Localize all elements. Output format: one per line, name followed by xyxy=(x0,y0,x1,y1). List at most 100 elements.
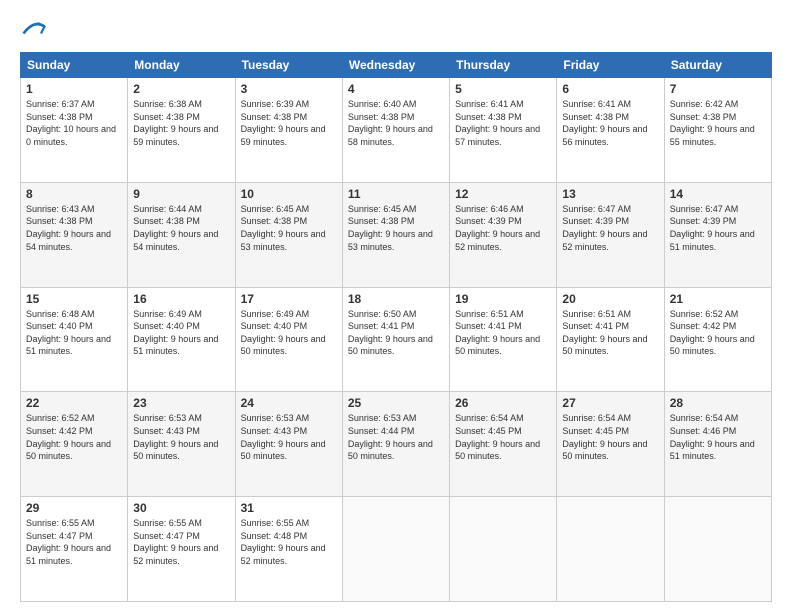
day-number: 6 xyxy=(562,82,658,96)
day-cell-30: 30Sunrise: 6:55 AMSunset: 4:47 PMDayligh… xyxy=(128,497,235,602)
day-header-wednesday: Wednesday xyxy=(342,53,449,78)
day-info: Sunrise: 6:43 AMSunset: 4:38 PMDaylight:… xyxy=(26,203,122,253)
day-cell-15: 15 Sunrise: 6:48 AMSunset: 4:40 PMDayligh… xyxy=(21,287,128,392)
empty-cell xyxy=(664,497,771,602)
day-cell-28: 28 Sunrise: 6:54 AMSunset: 4:46 PMDayligh… xyxy=(664,392,771,497)
day-cell-1: 1Sunrise: 6:37 AMSunset: 4:38 PMDaylight… xyxy=(21,78,128,183)
day-number: 3 xyxy=(241,82,337,96)
day-cell-8: 8 Sunrise: 6:43 AMSunset: 4:38 PMDaylight… xyxy=(21,182,128,287)
day-info: Sunrise: 6:40 AMSunset: 4:38 PMDaylight:… xyxy=(348,98,444,148)
day-info: Sunrise: 6:48 AMSunset: 4:40 PMDaylight:… xyxy=(26,308,122,358)
day-cell-23: 23 Sunrise: 6:53 AMSunset: 4:43 PMDayligh… xyxy=(128,392,235,497)
day-number: 24 xyxy=(241,396,337,410)
day-cell-21: 21 Sunrise: 6:52 AMSunset: 4:42 PMDayligh… xyxy=(664,287,771,392)
day-cell-7: 7 Sunrise: 6:42 AMSunset: 4:38 PMDaylight… xyxy=(664,78,771,183)
day-info: Sunrise: 6:49 AMSunset: 4:40 PMDaylight:… xyxy=(133,308,229,358)
day-info: Sunrise: 6:51 AMSunset: 4:41 PMDaylight:… xyxy=(455,308,551,358)
day-cell-4: 4Sunrise: 6:40 AMSunset: 4:38 PMDaylight… xyxy=(342,78,449,183)
day-info: Sunrise: 6:52 AMSunset: 4:42 PMDaylight:… xyxy=(670,308,766,358)
day-cell-17: 17Sunrise: 6:49 AMSunset: 4:40 PMDayligh… xyxy=(235,287,342,392)
day-info: Sunrise: 6:54 AMSunset: 4:46 PMDaylight:… xyxy=(670,412,766,462)
day-header-thursday: Thursday xyxy=(450,53,557,78)
day-cell-31: 31Sunrise: 6:55 AMSunset: 4:48 PMDayligh… xyxy=(235,497,342,602)
day-cell-5: 5 Sunrise: 6:41 AMSunset: 4:38 PMDaylight… xyxy=(450,78,557,183)
day-number: 22 xyxy=(26,396,122,410)
day-info: Sunrise: 6:44 AMSunset: 4:38 PMDaylight:… xyxy=(133,203,229,253)
day-info: Sunrise: 6:39 AMSunset: 4:38 PMDaylight:… xyxy=(241,98,337,148)
day-number: 5 xyxy=(455,82,551,96)
day-cell-20: 20Sunrise: 6:51 AMSunset: 4:41 PMDayligh… xyxy=(557,287,664,392)
day-info: Sunrise: 6:53 AMSunset: 4:43 PMDaylight:… xyxy=(241,412,337,462)
day-header-friday: Friday xyxy=(557,53,664,78)
day-number: 8 xyxy=(26,187,122,201)
day-cell-18: 18 Sunrise: 6:50 AMSunset: 4:41 PMDayligh… xyxy=(342,287,449,392)
day-header-monday: Monday xyxy=(128,53,235,78)
week-row-2: 8 Sunrise: 6:43 AMSunset: 4:38 PMDaylight… xyxy=(21,182,772,287)
day-number: 15 xyxy=(26,292,122,306)
day-info: Sunrise: 6:46 AMSunset: 4:39 PMDaylight:… xyxy=(455,203,551,253)
day-cell-25: 25 Sunrise: 6:53 AMSunset: 4:44 PMDayligh… xyxy=(342,392,449,497)
day-number: 25 xyxy=(348,396,444,410)
day-info: Sunrise: 6:53 AMSunset: 4:44 PMDaylight:… xyxy=(348,412,444,462)
day-cell-12: 12Sunrise: 6:46 AMSunset: 4:39 PMDayligh… xyxy=(450,182,557,287)
day-cell-16: 16 Sunrise: 6:49 AMSunset: 4:40 PMDayligh… xyxy=(128,287,235,392)
day-info: Sunrise: 6:45 AMSunset: 4:38 PMDaylight:… xyxy=(348,203,444,253)
day-number: 27 xyxy=(562,396,658,410)
day-number: 26 xyxy=(455,396,551,410)
day-number: 16 xyxy=(133,292,229,306)
day-info: Sunrise: 6:41 AMSunset: 4:38 PMDaylight:… xyxy=(455,98,551,148)
day-info: Sunrise: 6:45 AMSunset: 4:38 PMDaylight:… xyxy=(241,203,337,253)
day-cell-10: 10Sunrise: 6:45 AMSunset: 4:38 PMDayligh… xyxy=(235,182,342,287)
day-header-sunday: Sunday xyxy=(21,53,128,78)
day-number: 21 xyxy=(670,292,766,306)
day-cell-6: 6Sunrise: 6:41 AMSunset: 4:38 PMDaylight… xyxy=(557,78,664,183)
day-info: Sunrise: 6:47 AMSunset: 4:39 PMDaylight:… xyxy=(670,203,766,253)
day-cell-24: 24 Sunrise: 6:53 AMSunset: 4:43 PMDayligh… xyxy=(235,392,342,497)
day-number: 19 xyxy=(455,292,551,306)
empty-cell xyxy=(450,497,557,602)
day-info: Sunrise: 6:42 AMSunset: 4:38 PMDaylight:… xyxy=(670,98,766,148)
day-cell-22: 22 Sunrise: 6:52 AMSunset: 4:42 PMDayligh… xyxy=(21,392,128,497)
empty-cell xyxy=(342,497,449,602)
day-cell-9: 9 Sunrise: 6:44 AMSunset: 4:38 PMDaylight… xyxy=(128,182,235,287)
week-row-1: 1Sunrise: 6:37 AMSunset: 4:38 PMDaylight… xyxy=(21,78,772,183)
week-row-4: 22 Sunrise: 6:52 AMSunset: 4:42 PMDayligh… xyxy=(21,392,772,497)
day-header-tuesday: Tuesday xyxy=(235,53,342,78)
day-number: 31 xyxy=(241,501,337,515)
day-info: Sunrise: 6:54 AMSunset: 4:45 PMDaylight:… xyxy=(562,412,658,462)
day-cell-27: 27 Sunrise: 6:54 AMSunset: 4:45 PMDayligh… xyxy=(557,392,664,497)
day-number: 17 xyxy=(241,292,337,306)
day-info: Sunrise: 6:47 AMSunset: 4:39 PMDaylight:… xyxy=(562,203,658,253)
day-info: Sunrise: 6:53 AMSunset: 4:43 PMDaylight:… xyxy=(133,412,229,462)
day-number: 20 xyxy=(562,292,658,306)
day-number: 29 xyxy=(26,501,122,515)
week-row-5: 29 Sunrise: 6:55 AMSunset: 4:47 PMDayligh… xyxy=(21,497,772,602)
day-info: Sunrise: 6:55 AMSunset: 4:47 PMDaylight:… xyxy=(26,517,122,567)
day-cell-26: 26 Sunrise: 6:54 AMSunset: 4:45 PMDayligh… xyxy=(450,392,557,497)
day-number: 2 xyxy=(133,82,229,96)
day-info: Sunrise: 6:38 AMSunset: 4:38 PMDaylight:… xyxy=(133,98,229,148)
day-cell-3: 3 Sunrise: 6:39 AMSunset: 4:38 PMDaylight… xyxy=(235,78,342,183)
day-info: Sunrise: 6:54 AMSunset: 4:45 PMDaylight:… xyxy=(455,412,551,462)
day-cell-2: 2 Sunrise: 6:38 AMSunset: 4:38 PMDaylight… xyxy=(128,78,235,183)
day-info: Sunrise: 6:52 AMSunset: 4:42 PMDaylight:… xyxy=(26,412,122,462)
header-row: SundayMondayTuesdayWednesdayThursdayFrid… xyxy=(21,53,772,78)
page: SundayMondayTuesdayWednesdayThursdayFrid… xyxy=(0,0,792,612)
day-number: 28 xyxy=(670,396,766,410)
day-info: Sunrise: 6:50 AMSunset: 4:41 PMDaylight:… xyxy=(348,308,444,358)
day-cell-29: 29 Sunrise: 6:55 AMSunset: 4:47 PMDayligh… xyxy=(21,497,128,602)
week-row-3: 15 Sunrise: 6:48 AMSunset: 4:40 PMDayligh… xyxy=(21,287,772,392)
day-number: 18 xyxy=(348,292,444,306)
calendar-table: SundayMondayTuesdayWednesdayThursdayFrid… xyxy=(20,52,772,602)
day-header-saturday: Saturday xyxy=(664,53,771,78)
day-number: 1 xyxy=(26,82,122,96)
day-number: 11 xyxy=(348,187,444,201)
day-number: 7 xyxy=(670,82,766,96)
day-number: 13 xyxy=(562,187,658,201)
day-number: 30 xyxy=(133,501,229,515)
day-cell-11: 11 Sunrise: 6:45 AMSunset: 4:38 PMDayligh… xyxy=(342,182,449,287)
day-number: 9 xyxy=(133,187,229,201)
logo-icon xyxy=(20,16,48,44)
header xyxy=(20,16,772,44)
day-number: 23 xyxy=(133,396,229,410)
